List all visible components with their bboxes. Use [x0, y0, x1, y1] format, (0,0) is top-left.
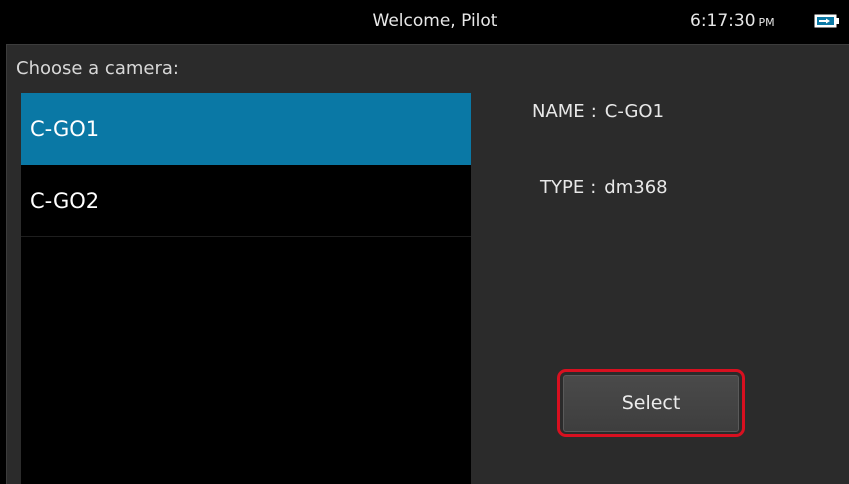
- detail-type-separator: :: [590, 177, 597, 198]
- select-button[interactable]: Select: [563, 375, 739, 432]
- detail-name-separator: :: [590, 101, 597, 122]
- status-bar: Welcome, Pilot 6:17:30 PM: [0, 0, 849, 42]
- detail-name-label: NAME: [532, 101, 585, 122]
- detail-name-value: C-GO1: [604, 101, 665, 122]
- detail-name: NAME: C-GO1: [532, 101, 664, 122]
- screen: Welcome, Pilot 6:17:30 PM Choose a camera…: [0, 0, 849, 484]
- camera-list[interactable]: C-GO1 C-GO2: [21, 93, 471, 484]
- detail-type: TYPE: dm368: [540, 177, 668, 198]
- clock-time: 6:17:30: [690, 11, 756, 31]
- detail-type-label: TYPE: [540, 177, 585, 198]
- dialog-title: Choose a camera:: [16, 58, 179, 79]
- battery-charging-icon: [814, 14, 839, 28]
- camera-item-c-go1[interactable]: C-GO1: [21, 93, 471, 165]
- clock-ampm: PM: [758, 16, 775, 29]
- status-clock: 6:17:30 PM: [690, 0, 775, 42]
- detail-type-value: dm368: [604, 177, 668, 198]
- camera-item-c-go2[interactable]: C-GO2: [21, 165, 471, 237]
